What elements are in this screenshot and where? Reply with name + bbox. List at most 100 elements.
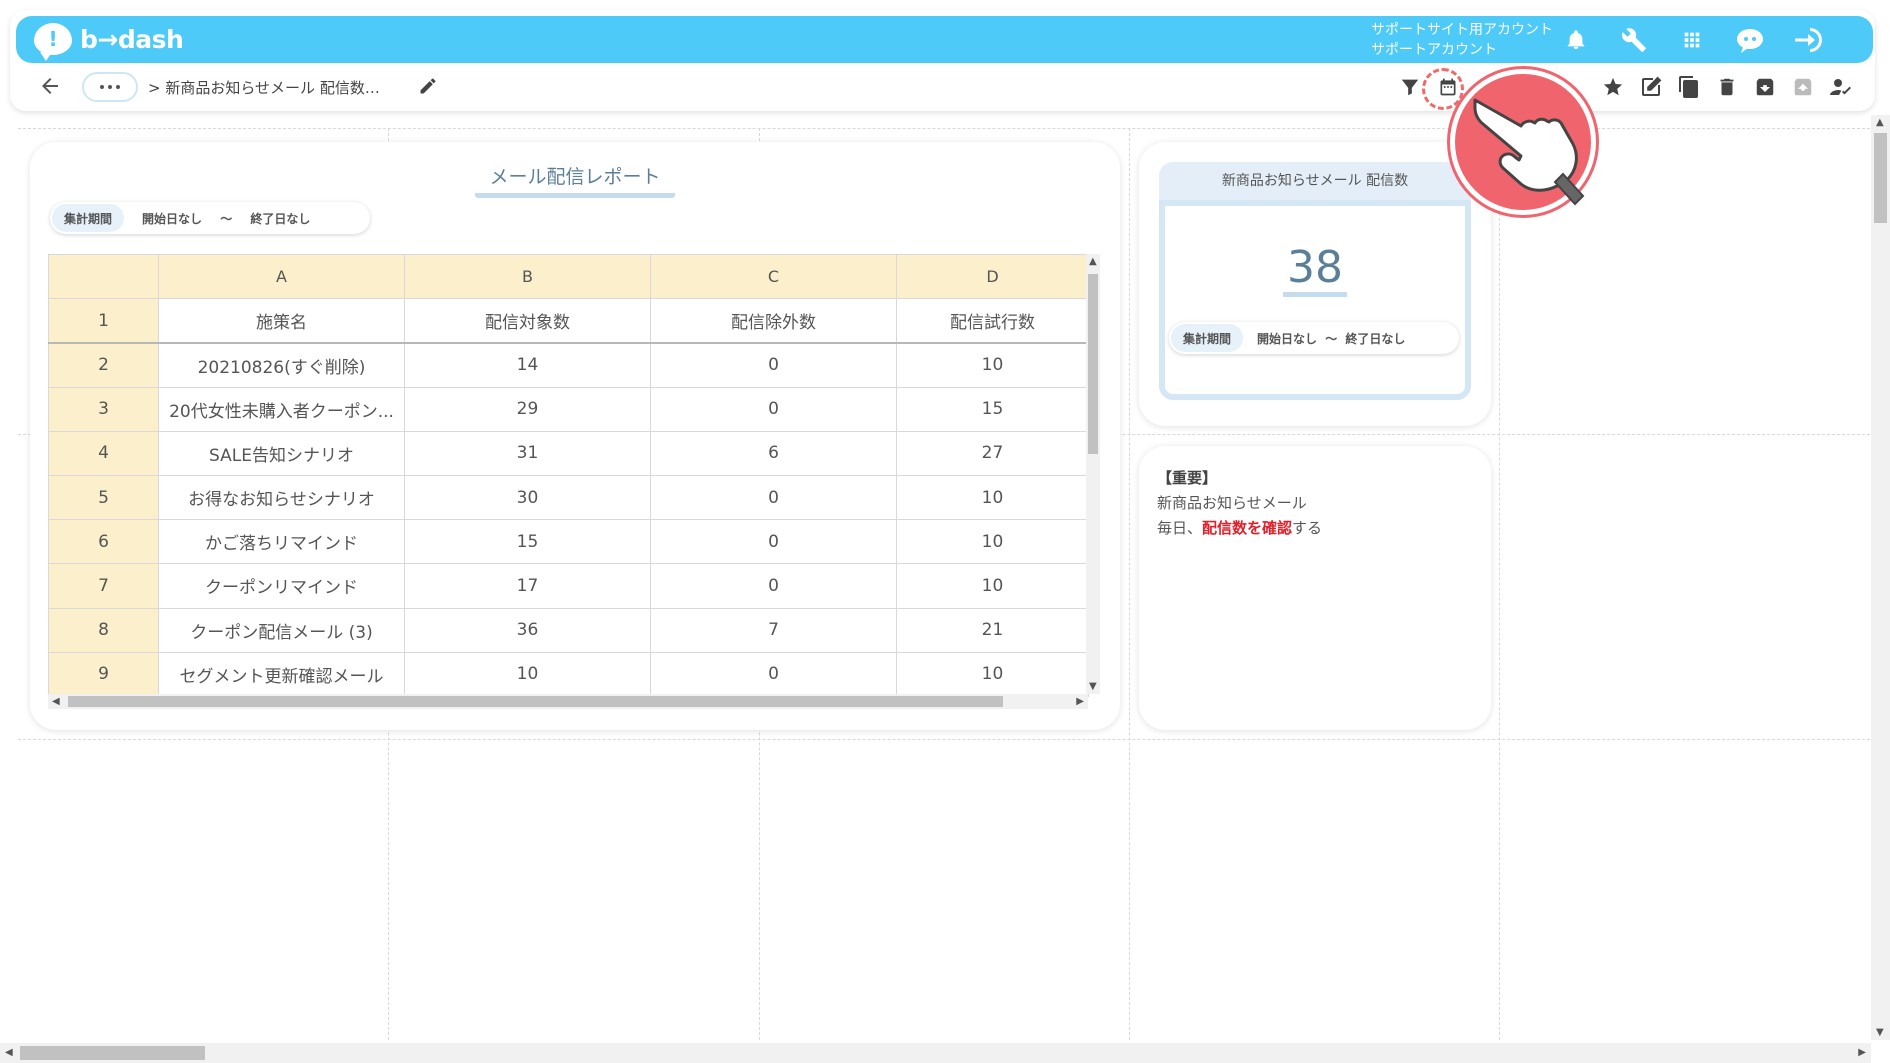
- account-name: サポートアカウント: [1371, 42, 1497, 58]
- table-cell[interactable]: 0: [650, 519, 897, 565]
- scroll-right-arrow-icon[interactable]: ▶: [1076, 696, 1084, 707]
- edit-icon[interactable]: [1637, 73, 1665, 101]
- table-cell[interactable]: クーポン配信メール (3): [158, 607, 405, 653]
- table-cell[interactable]: 0: [650, 563, 897, 609]
- sub-toolbar: > 新商品お知らせメール 配信数…: [16, 64, 1873, 110]
- column-header-row: A B C D: [48, 254, 1089, 300]
- row-number[interactable]: 7: [48, 563, 159, 609]
- copy-icon[interactable]: [1675, 73, 1703, 101]
- column-header-a[interactable]: A: [158, 254, 405, 300]
- table-cell[interactable]: 0: [650, 474, 897, 521]
- chat-bot-icon[interactable]: [1721, 22, 1779, 58]
- table-cell[interactable]: 10: [896, 651, 1089, 697]
- table-cell[interactable]: 10: [896, 519, 1089, 565]
- table-cell[interactable]: 10: [896, 342, 1089, 388]
- table-cell[interactable]: 17: [404, 563, 651, 609]
- table-cell[interactable]: かご落ちリマインド: [158, 519, 405, 565]
- table-cell[interactable]: 15: [896, 386, 1089, 432]
- table-cell[interactable]: 0: [650, 386, 897, 432]
- table-horizontal-scrollbar[interactable]: ◀ ▶: [48, 694, 1088, 709]
- page-horizontal-scroll-thumb[interactable]: [20, 1046, 205, 1060]
- table-cell[interactable]: お得なお知らせシナリオ: [158, 474, 405, 521]
- kpi-card: 新商品お知らせメール 配信数 38 集計期間 開始日なし 〜 終了日なし: [1139, 142, 1491, 426]
- row-number[interactable]: 9: [48, 651, 159, 697]
- table-cell[interactable]: 配信試行数: [896, 298, 1089, 344]
- table-cell[interactable]: 36: [404, 607, 651, 653]
- table-cell[interactable]: 27: [896, 430, 1089, 476]
- archive-up-icon[interactable]: [1789, 73, 1817, 101]
- period-range: 開始日なし 〜 終了日なし: [1257, 331, 1406, 346]
- breadcrumb-current[interactable]: 新商品お知らせメール 配信数…: [165, 79, 379, 97]
- table-cell[interactable]: SALE告知シナリオ: [158, 430, 405, 476]
- page-vertical-scrollbar[interactable]: ▲ ▼: [1871, 115, 1890, 1040]
- row-number[interactable]: 3: [48, 386, 159, 432]
- table-cell[interactable]: 30: [404, 474, 651, 521]
- edit-title-icon[interactable]: [418, 76, 438, 100]
- column-header-b[interactable]: B: [404, 254, 651, 300]
- archive-down-icon[interactable]: [1751, 73, 1779, 101]
- wrench-icon[interactable]: [1605, 22, 1663, 58]
- table-cell[interactable]: 20代女性未購入者クーポン...: [158, 386, 405, 432]
- bell-icon[interactable]: [1547, 22, 1605, 58]
- table-cell[interactable]: 0: [650, 651, 897, 697]
- account-type: サポートサイト用アカウント: [1371, 22, 1553, 38]
- table-cell[interactable]: 0: [650, 342, 897, 388]
- column-header-c[interactable]: C: [650, 254, 897, 300]
- report-period-filter[interactable]: 集計期間 開始日なし 〜 終了日なし: [50, 202, 370, 234]
- table-cell[interactable]: 21: [896, 607, 1089, 653]
- table-horizontal-scroll-thumb[interactable]: [68, 696, 1003, 707]
- grid-icon[interactable]: [1663, 22, 1721, 58]
- kpi-title: 新商品お知らせメール 配信数: [1159, 162, 1471, 200]
- period-label: 集計期間: [1171, 324, 1244, 352]
- logo-mark: !: [34, 23, 72, 61]
- table-cell[interactable]: 31: [404, 430, 651, 476]
- back-arrow-icon[interactable]: [38, 74, 62, 98]
- table-cell[interactable]: 20210826(すぐ削除): [158, 342, 405, 388]
- table-cell[interactable]: セグメント更新確認メール: [158, 651, 405, 697]
- table-cell[interactable]: クーポンリマインド: [158, 563, 405, 609]
- page-scroll-left-arrow-icon[interactable]: ◀: [5, 1047, 13, 1058]
- table-row: 4 SALE告知シナリオ 31 6 27: [48, 430, 1089, 476]
- note-highlight: 配信数を確認: [1202, 519, 1293, 537]
- row-number[interactable]: 1: [48, 298, 159, 344]
- note-card: 【重要】 新商品お知らせメール 毎日、配信数を確認する: [1139, 446, 1491, 730]
- page-vertical-scroll-thumb[interactable]: [1874, 133, 1887, 223]
- scroll-left-arrow-icon[interactable]: ◀: [52, 696, 60, 707]
- table-cell[interactable]: 14: [404, 342, 651, 388]
- table-cell[interactable]: 10: [896, 563, 1089, 609]
- logout-icon[interactable]: [1779, 22, 1837, 58]
- table-cell[interactable]: 7: [650, 607, 897, 653]
- table-cell[interactable]: 6: [650, 430, 897, 476]
- filter-icon[interactable]: [1396, 73, 1424, 101]
- scroll-up-arrow-icon[interactable]: ▲: [1089, 256, 1097, 267]
- table-cell[interactable]: 配信除外数: [650, 298, 897, 344]
- table-cell[interactable]: 10: [404, 651, 651, 697]
- table-cell[interactable]: 15: [404, 519, 651, 565]
- top-nav-bar: ! b→dash サポートサイト用アカウント サポートアカウント: [16, 16, 1873, 63]
- column-header-d[interactable]: D: [896, 254, 1089, 300]
- kpi-period-filter[interactable]: 集計期間 開始日なし 〜 終了日なし: [1169, 322, 1459, 354]
- user-check-icon[interactable]: [1827, 73, 1855, 101]
- table-cell[interactable]: 29: [404, 386, 651, 432]
- table-vertical-scrollbar[interactable]: ▲ ▼: [1086, 254, 1100, 694]
- page-scroll-right-arrow-icon[interactable]: ▶: [1858, 1047, 1866, 1058]
- page-scroll-down-arrow-icon[interactable]: ▼: [1876, 1027, 1884, 1038]
- page-scroll-up-arrow-icon[interactable]: ▲: [1876, 117, 1884, 128]
- row-number[interactable]: 4: [48, 430, 159, 476]
- brand-logo[interactable]: ! b→dash: [34, 22, 184, 61]
- note-text: 【重要】 新商品お知らせメール 毎日、配信数を確認する: [1157, 466, 1322, 541]
- star-icon[interactable]: [1599, 73, 1627, 101]
- table-cell[interactable]: 施策名: [158, 298, 405, 344]
- table-cell[interactable]: 10: [896, 474, 1089, 521]
- table-cell[interactable]: 配信対象数: [404, 298, 651, 344]
- breadcrumb-more-button[interactable]: [82, 72, 138, 102]
- table-vertical-scroll-thumb[interactable]: [1088, 274, 1098, 454]
- row-number[interactable]: 2: [48, 342, 159, 388]
- page-horizontal-scrollbar[interactable]: ◀ ▶: [0, 1043, 1871, 1063]
- trash-icon[interactable]: [1713, 73, 1741, 101]
- row-number[interactable]: 6: [48, 519, 159, 565]
- period-range: 開始日なし 〜 終了日なし: [142, 211, 311, 226]
- row-number[interactable]: 5: [48, 474, 159, 521]
- row-number[interactable]: 8: [48, 607, 159, 653]
- scroll-down-arrow-icon[interactable]: ▼: [1089, 681, 1097, 692]
